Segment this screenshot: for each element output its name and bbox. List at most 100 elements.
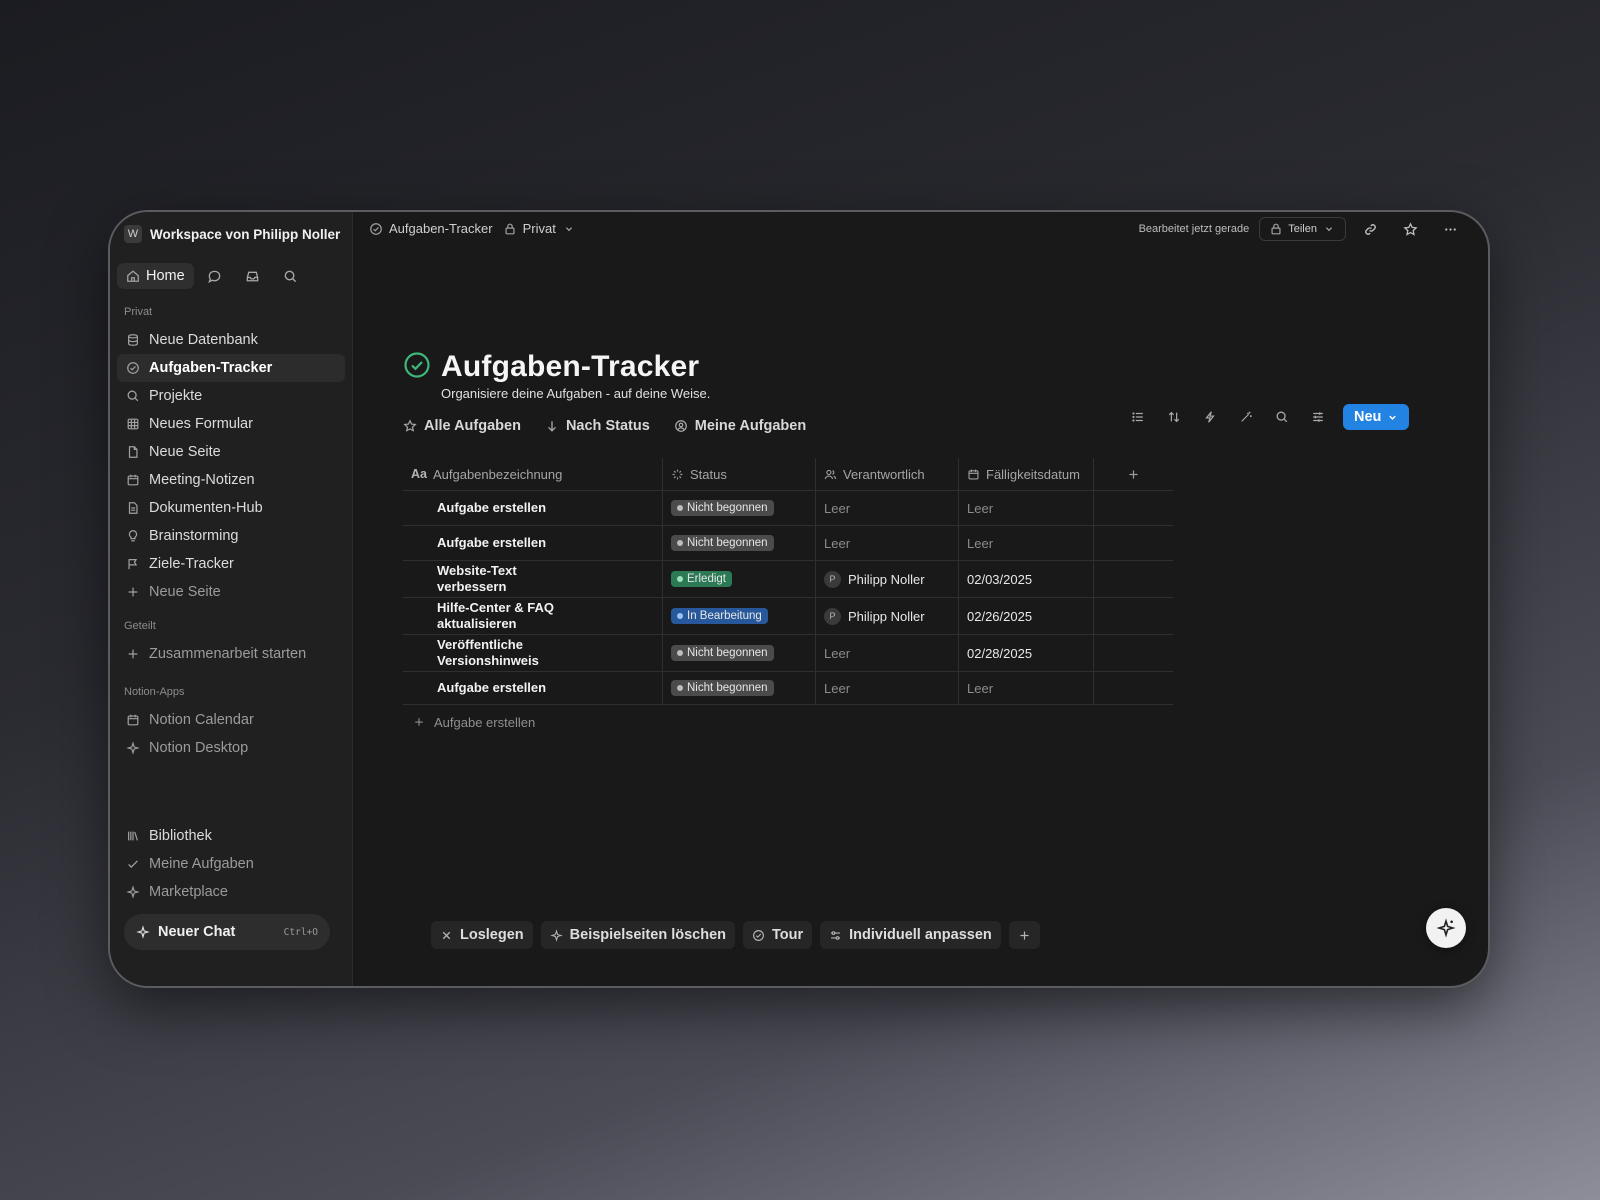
add-task-row[interactable]: Aufgabe erstellen	[403, 705, 1173, 739]
page-subtitle[interactable]: Organisiere deine Aufgaben - auf deine W…	[441, 386, 710, 401]
sort-icon[interactable]	[1157, 404, 1191, 430]
magic-wand-icon[interactable]	[1229, 404, 1263, 430]
task-name-cell[interactable]: Veröffentliche Versionshinweis	[403, 635, 663, 671]
chevron-down-icon[interactable]	[562, 222, 576, 236]
owner-cell[interactable]: P Philipp Noller	[816, 598, 959, 634]
status-cell[interactable]: In Bearbeitung	[663, 598, 816, 634]
column-header-status[interactable]: Status	[663, 458, 816, 490]
sidebar-item-marketplace[interactable]: Marketplace	[117, 878, 345, 906]
new-chat-shortcut: Ctrl+O	[283, 926, 318, 938]
column-header-owner[interactable]: Verantwortlich	[816, 458, 959, 490]
due-cell[interactable]: Leer	[959, 672, 1094, 704]
sidebar-item-neue-seite[interactable]: Neue Seite	[117, 438, 345, 466]
table-row[interactable]: Aufgabe erstellen Nicht begonnen Leer Le…	[403, 491, 1173, 526]
column-header-name[interactable]: Aa Aufgabenbezeichnung	[403, 458, 663, 490]
owner-cell[interactable]: Leer	[816, 672, 959, 704]
star-icon[interactable]	[1394, 216, 1426, 242]
status-cell[interactable]: Nicht begonnen	[663, 635, 816, 671]
chat-bubble-icon[interactable]	[198, 262, 232, 290]
breadcrumb-page[interactable]: Aufgaben-Tracker	[389, 221, 493, 236]
customize-button[interactable]: Individuell anpassen	[820, 921, 1001, 949]
tab-meine-aufgaben[interactable]: Meine Aufgaben	[674, 418, 806, 434]
workspace-switcher[interactable]: W Workspace von Philipp Noller	[124, 225, 340, 243]
task-name-cell[interactable]: Website-Text verbessern	[403, 561, 663, 597]
sidebar-item-dokumenten-hub[interactable]: Dokumenten-Hub	[117, 494, 345, 522]
get-started-button[interactable]: Loslegen	[431, 921, 533, 949]
sidebar-item-aufgaben-tracker[interactable]: Aufgaben-Tracker	[117, 354, 345, 382]
sidebar-item-bibliothek[interactable]: Bibliothek	[117, 822, 345, 850]
status-cell[interactable]: Nicht begonnen	[663, 526, 816, 560]
filter-list-icon[interactable]	[1121, 404, 1155, 430]
sidebar-item-projekte[interactable]: Projekte	[117, 382, 345, 410]
status-badge: In Bearbeitung	[671, 608, 768, 624]
tab-alle-aufgaben[interactable]: Alle Aufgaben	[403, 418, 521, 434]
table-row[interactable]: Aufgabe erstellen Nicht begonnen Leer Le…	[403, 672, 1173, 705]
task-name-cell[interactable]: Aufgabe erstellen	[403, 526, 663, 560]
inbox-icon[interactable]	[236, 262, 270, 290]
due-cell[interactable]: Leer	[959, 526, 1094, 560]
owner-name: Philipp Noller	[848, 571, 925, 587]
sidebar-item-add-page[interactable]: Neue Seite	[117, 578, 345, 606]
owner-cell[interactable]: Leer	[816, 526, 959, 560]
more-icon[interactable]	[1434, 216, 1466, 242]
sidebar-item-brainstorming[interactable]: Brainstorming	[117, 522, 345, 550]
table-row[interactable]: Veröffentliche Versionshinweis Nicht beg…	[403, 635, 1173, 672]
column-label: Fälligkeitsdatum	[986, 466, 1080, 482]
sidebar-item-neue-datenbank[interactable]: Neue Datenbank	[117, 326, 345, 354]
search-icon[interactable]	[274, 262, 308, 290]
new-chat-label: Neuer Chat	[158, 924, 236, 940]
sidebar-item-neues-formular[interactable]: Neues Formular	[117, 410, 345, 438]
checkmark-icon	[126, 857, 140, 871]
task-name-cell[interactable]: Aufgabe erstellen	[403, 491, 663, 525]
search-icon	[126, 389, 140, 403]
owner-cell[interactable]: P Philipp Noller	[816, 561, 959, 597]
sidebar-item-start-collaboration[interactable]: Zusammenarbeit starten	[117, 640, 345, 668]
link-icon[interactable]	[1354, 216, 1386, 242]
delete-sample-pages-button[interactable]: Beispielseiten löschen	[540, 921, 735, 949]
privacy-label[interactable]: Privat	[523, 221, 556, 236]
task-name-cell[interactable]: Hilfe-Center & FAQ aktualisieren	[403, 598, 663, 634]
extra-cell	[1094, 561, 1173, 597]
sidebar-item-label: Ziele-Tracker	[149, 556, 234, 572]
share-button[interactable]: Teilen	[1259, 217, 1346, 241]
task-name-cell[interactable]: Aufgabe erstellen	[403, 672, 663, 704]
owner-cell[interactable]: Leer	[816, 635, 959, 671]
due-cell[interactable]: Leer	[959, 491, 1094, 525]
home-button[interactable]: Home	[117, 263, 194, 289]
table-row[interactable]: Aufgabe erstellen Nicht begonnen Leer Le…	[403, 526, 1173, 561]
owner-cell[interactable]: Leer	[816, 491, 959, 525]
column-header-due[interactable]: Fälligkeitsdatum	[959, 458, 1094, 490]
breadcrumb[interactable]: Aufgaben-Tracker Privat	[369, 221, 576, 236]
tour-button[interactable]: Tour	[743, 921, 813, 949]
status-cell[interactable]: Erledigt	[663, 561, 816, 597]
due-empty: Leer	[967, 535, 994, 551]
due-cell[interactable]: 02/28/2025	[959, 635, 1094, 671]
new-entry-button[interactable]: Neu	[1343, 404, 1410, 430]
ai-assistant-button[interactable]	[1426, 908, 1466, 948]
sidebar-item-label: Meeting-Notizen	[149, 472, 255, 488]
due-cell[interactable]: 02/26/2025	[959, 598, 1094, 634]
sidebar-item-notion-calendar[interactable]: Notion Calendar	[117, 706, 345, 734]
check-circle-icon	[753, 929, 764, 941]
lock-icon	[1269, 222, 1283, 236]
sidebar-item-label: Bibliothek	[149, 828, 212, 844]
sidebar-item-meine-aufgaben[interactable]: Meine Aufgaben	[117, 850, 345, 878]
page-title[interactable]: Aufgaben-Tracker	[441, 350, 699, 384]
status-badge: Nicht begonnen	[671, 680, 774, 696]
search-icon[interactable]	[1265, 404, 1299, 430]
sidebar-item-meeting-notizen[interactable]: Meeting-Notizen	[117, 466, 345, 494]
due-cell[interactable]: 02/03/2025	[959, 561, 1094, 597]
table-row[interactable]: Website-Text verbessern Erledigt P Philip…	[403, 561, 1173, 598]
check-circle-icon	[126, 361, 140, 375]
lightning-icon[interactable]	[1193, 404, 1227, 430]
tab-nach-status[interactable]: Nach Status	[545, 418, 650, 434]
settings-sliders-icon[interactable]	[1301, 404, 1335, 430]
new-chat-button[interactable]: Neuer Chat Ctrl+O	[124, 914, 330, 950]
sidebar-item-notion-desktop[interactable]: Notion Desktop	[117, 734, 345, 762]
add-button[interactable]	[1008, 921, 1040, 949]
status-cell[interactable]: Nicht begonnen	[663, 672, 816, 704]
add-column-button[interactable]	[1094, 458, 1173, 490]
sidebar-item-ziele-tracker[interactable]: Ziele-Tracker	[117, 550, 345, 578]
status-cell[interactable]: Nicht begonnen	[663, 491, 816, 525]
table-row[interactable]: Hilfe-Center & FAQ aktualisieren In Bear…	[403, 598, 1173, 635]
